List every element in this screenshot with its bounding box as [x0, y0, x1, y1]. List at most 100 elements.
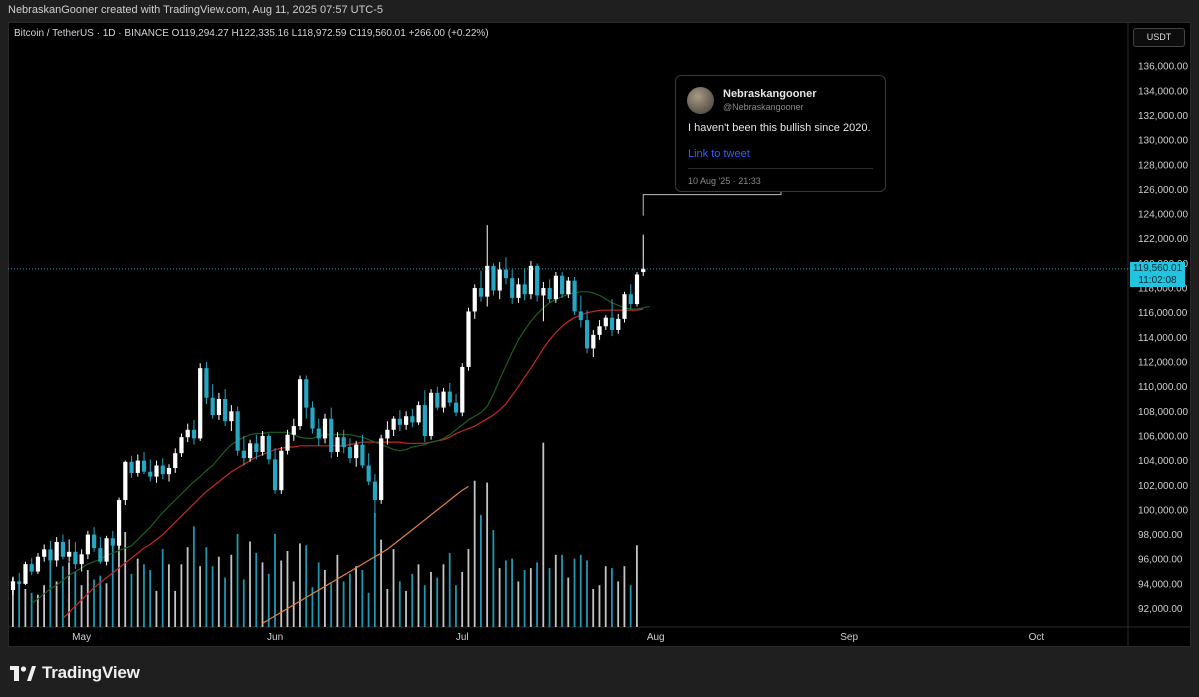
candle-body[interactable]: [634, 274, 640, 305]
candle-body[interactable]: [248, 443, 253, 459]
candle-body[interactable]: [597, 326, 602, 335]
candle-body[interactable]: [135, 460, 140, 473]
candle-body[interactable]: [491, 265, 496, 291]
candle-body[interactable]: [173, 453, 178, 468]
candle-body[interactable]: [441, 391, 446, 408]
candle-body[interactable]: [54, 541, 59, 561]
candle-body[interactable]: [310, 407, 315, 429]
candle-body[interactable]: [216, 398, 222, 415]
candle-body[interactable]: [578, 311, 583, 321]
candle-body[interactable]: [241, 450, 246, 459]
candle-body[interactable]: [553, 275, 558, 300]
candle-body[interactable]: [360, 444, 365, 466]
candle-body[interactable]: [141, 460, 147, 472]
candle-body[interactable]: [73, 551, 78, 565]
candle-body[interactable]: [279, 450, 284, 491]
candle-body[interactable]: [329, 418, 334, 452]
candle-body[interactable]: [29, 564, 34, 572]
candle-body[interactable]: [23, 564, 28, 584]
candle-body[interactable]: [485, 265, 490, 297]
candle-body[interactable]: [428, 392, 434, 436]
candle-body[interactable]: [316, 428, 321, 439]
candle-body[interactable]: [104, 538, 109, 562]
candle-body[interactable]: [98, 548, 103, 562]
candle-body[interactable]: [166, 468, 172, 475]
candle-body[interactable]: [422, 405, 427, 436]
candle-body[interactable]: [472, 288, 477, 312]
candle-body[interactable]: [416, 405, 421, 423]
candle-body[interactable]: [92, 534, 97, 549]
candle-body[interactable]: [335, 437, 340, 452]
candle-body[interactable]: [35, 556, 41, 572]
candle-body[interactable]: [204, 368, 209, 398]
candle-body[interactable]: [179, 437, 184, 454]
candle-body[interactable]: [198, 368, 203, 439]
candle-body[interactable]: [148, 471, 153, 477]
candle-body[interactable]: [522, 284, 527, 295]
candle-body[interactable]: [547, 288, 552, 300]
candle-body[interactable]: [410, 416, 415, 423]
candle-body[interactable]: [391, 418, 396, 430]
candle-body[interactable]: [254, 443, 259, 452]
candle-body[interactable]: [17, 581, 22, 584]
tweet-link[interactable]: Link to tweet: [688, 148, 750, 160]
candle-body[interactable]: [372, 481, 378, 501]
candle-body[interactable]: [385, 429, 390, 439]
candle-body[interactable]: [185, 429, 190, 438]
candle-body[interactable]: [572, 280, 577, 312]
candle-body[interactable]: [622, 294, 627, 319]
candle-body[interactable]: [266, 435, 271, 460]
candle-body[interactable]: [223, 398, 228, 422]
candle-body[interactable]: [503, 269, 509, 279]
candle-body[interactable]: [229, 411, 234, 422]
candle-body[interactable]: [235, 411, 240, 451]
currency-button[interactable]: USDT: [1133, 28, 1185, 47]
candle-body[interactable]: [541, 288, 546, 296]
candle-body[interactable]: [603, 317, 608, 327]
candle-body[interactable]: [453, 402, 459, 413]
candle-body[interactable]: [397, 418, 402, 425]
candle-body[interactable]: [129, 461, 134, 473]
candle-body[interactable]: [154, 465, 159, 477]
candle-body[interactable]: [272, 459, 278, 491]
candle-body[interactable]: [447, 391, 452, 403]
candle-body[interactable]: [67, 551, 72, 557]
candle-body[interactable]: [260, 435, 265, 452]
candle-body[interactable]: [616, 318, 621, 330]
candle-body[interactable]: [516, 284, 521, 298]
candle-body[interactable]: [110, 538, 115, 546]
candle-body[interactable]: [528, 265, 534, 295]
candle-body[interactable]: [160, 465, 165, 475]
candle-body[interactable]: [379, 438, 384, 501]
candle-body[interactable]: [48, 549, 53, 561]
candle-body[interactable]: [566, 280, 571, 295]
candle-body[interactable]: [609, 317, 615, 330]
candle-body[interactable]: [10, 581, 16, 591]
candle-body[interactable]: [560, 275, 565, 295]
candle-body[interactable]: [478, 288, 484, 297]
candle-body[interactable]: [341, 437, 346, 448]
candle-body[interactable]: [628, 294, 633, 305]
candle-body[interactable]: [497, 269, 502, 291]
candle-body[interactable]: [366, 465, 371, 482]
candle-body[interactable]: [210, 397, 215, 415]
candle-body[interactable]: [535, 265, 540, 296]
candle-body[interactable]: [297, 379, 303, 427]
candle-body[interactable]: [322, 418, 328, 439]
candle-body[interactable]: [354, 444, 359, 459]
candle-body[interactable]: [42, 549, 47, 557]
candle-body[interactable]: [466, 311, 471, 367]
candle-body[interactable]: [591, 334, 596, 349]
candle-body[interactable]: [285, 434, 290, 451]
candle-body[interactable]: [404, 416, 409, 425]
tweet-card[interactable]: Nebraskangooner @Nebraskangooner I haven…: [675, 75, 886, 192]
candle-body[interactable]: [191, 429, 197, 439]
candle-body[interactable]: [460, 366, 465, 413]
candle-body[interactable]: [347, 447, 353, 459]
candle-body[interactable]: [435, 392, 440, 408]
candle-body[interactable]: [304, 379, 309, 408]
candle-body[interactable]: [510, 278, 515, 298]
candle-body[interactable]: [60, 541, 66, 557]
candle-body[interactable]: [291, 426, 296, 435]
tradingview-logo[interactable]: TradingView: [10, 663, 140, 683]
